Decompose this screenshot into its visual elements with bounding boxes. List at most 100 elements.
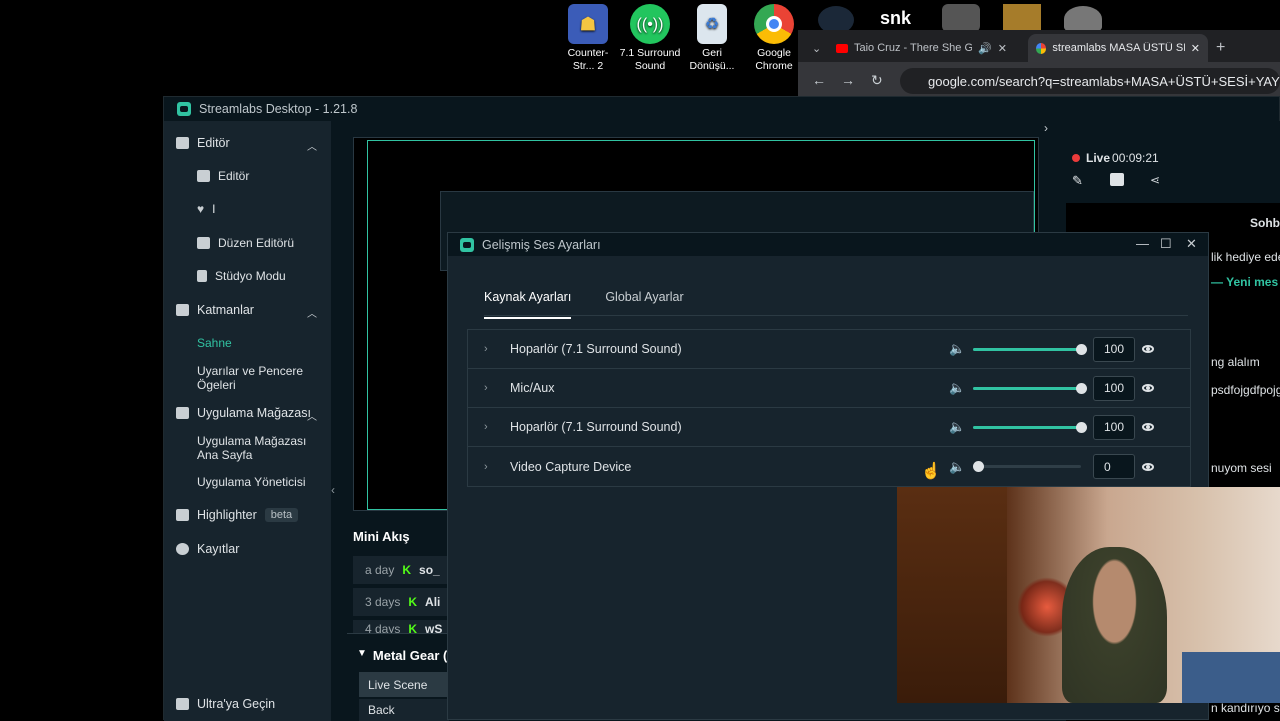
chrome-window: ⌄ Taio Cruz - There She Goes 🔊 ✕ streaml… [798,30,1280,96]
slider-knob[interactable] [973,461,984,472]
table-row[interactable]: › Hoparlör (7.1 Surround Sound) 🔈 100 [468,330,1190,369]
dashboard-icon[interactable] [1110,173,1124,186]
nav-ultra[interactable]: Ultra'ya Geçin [176,697,275,711]
back-icon[interactable]: ← [812,72,826,88]
eye-icon[interactable] [1142,462,1154,471]
desktop-icon-chrome[interactable]: Google Chrome [743,4,805,73]
eye-icon[interactable] [1142,384,1154,392]
chevron-down-icon: ⌄ [812,42,822,55]
slider-knob[interactable] [1076,343,1087,355]
store-icon [176,407,189,419]
reload-icon[interactable]: ↻ [871,72,883,89]
nav-layers[interactable]: Katmanlar [176,303,254,317]
slider-fill [973,386,1081,390]
nav-app-manager[interactable]: Uygulama Yöneticisi [197,475,306,489]
streamlabs-logo-icon [177,102,191,116]
eye-icon[interactable] [1142,423,1154,431]
close-icon[interactable]: ✕ [1191,42,1200,55]
nav-alerts-widgets[interactable]: Uyarılar ve Pencere Ögeleri [197,364,312,392]
webcam-overlay [897,487,1280,703]
eye-icon[interactable] [1142,345,1154,353]
chevron-right-icon[interactable]: › [484,343,488,355]
layout-icon [197,237,210,249]
speaker-icon[interactable]: 🔈 [949,459,965,475]
close-icon[interactable]: ✕ [998,42,1007,55]
volume-input[interactable]: 0 [1093,454,1135,479]
slider-knob[interactable] [1076,421,1087,433]
tab-search-button[interactable]: ⌄ [804,34,828,62]
chrome-tab-strip: ⌄ Taio Cruz - There She Goes 🔊 ✕ streaml… [798,30,1280,62]
tab-search[interactable]: streamlabs MASA ÜSTÜ SESİ YA ✕ [1028,34,1208,62]
editor-icon [197,170,210,182]
scene-item-live[interactable]: Live Scene [359,672,449,697]
volume-slider[interactable] [973,382,1087,394]
chat-line: ng alalım [1211,355,1260,369]
nav-scene[interactable]: Sahne [197,336,232,350]
pubg-icon[interactable] [1003,4,1041,32]
sidebar: Editör ︿ Editör ♥ I Düzen Editörü Stüdyo … [164,121,331,721]
nav-editor-group[interactable]: Editör [176,136,230,150]
edit-icon[interactable]: ✎ [1072,173,1083,189]
address-bar[interactable]: google.com/search?q=streamlabs+MASA+ÜSTÜ… [900,68,1280,94]
ultra-icon [176,698,189,710]
bed [1182,652,1280,703]
chevron-up-icon[interactable]: ︿ [307,138,317,153]
chevron-right-icon[interactable]: › [484,461,488,473]
speaker-icon[interactable]: 🔈 [949,419,965,435]
volume-slider[interactable] [973,461,1081,472]
table-row[interactable]: › Mic/Aux 🔈 100 [468,369,1190,408]
collapse-left-icon[interactable]: ‹ [331,483,335,497]
forward-icon[interactable]: → [841,72,855,88]
title-bar: Streamlabs Desktop - 1.21.8 [164,97,1279,121]
tab-music[interactable]: Taio Cruz - There She Goes 🔊 ✕ [828,34,1028,62]
divider [347,633,447,634]
chat-header: Sohb [1250,216,1280,230]
desktop-icon-surround[interactable]: ((•)) 7.1 Surround Sound [619,4,681,73]
kick-icon: K [402,563,412,577]
volume-input[interactable]: 100 [1093,336,1135,362]
kick-icon: K [408,595,418,609]
studio-icon [197,270,207,282]
slider-fill [973,425,1081,429]
chevron-up-icon[interactable]: ︿ [307,305,317,320]
minimize-icon[interactable]: — [1136,236,1149,251]
volume-input[interactable]: 100 [1093,414,1135,440]
desktop-icon-recycle-bin[interactable]: ♻ Geri Dönüşü... [681,4,743,73]
scene-item-back[interactable]: Back [359,699,449,721]
nav-app-store-home[interactable]: Uygulama Mağazası Ana Sayfa [197,434,317,462]
nav-highlighter[interactable]: Highlighter beta [176,508,299,522]
surround-icon: ((•)) [630,4,670,44]
speaker-icon[interactable]: 🔊 [978,42,992,55]
game-icon[interactable] [942,4,980,32]
helmet-icon[interactable] [1064,6,1102,32]
nav-recordings[interactable]: Kayıtlar [176,542,239,556]
volume-slider[interactable] [973,421,1087,433]
new-messages-divider: — Yeni mes [1211,275,1279,289]
volume-input[interactable]: 100 [1093,375,1135,401]
table-row[interactable]: › Video Capture Device 🔈 0 [468,447,1190,486]
slider-knob[interactable] [1076,382,1087,394]
table-row[interactable]: › Hoparlör (7.1 Surround Sound) 🔈 100 [468,408,1190,447]
share-icon[interactable]: ⋖ [1150,173,1160,187]
chevron-right-icon[interactable]: › [484,421,488,433]
scene-collection-header[interactable]: ▼ Metal Gear (2 [357,648,455,663]
new-tab-button[interactable]: + [1208,34,1233,62]
speaker-icon[interactable]: 🔈 [949,341,965,357]
youtube-icon [836,43,848,53]
nav-app-store[interactable]: Uygulama Mağazası [176,406,311,420]
nav-item-i[interactable]: ♥ I [197,202,215,216]
chat-line: psdfojgdfpojg [1211,383,1280,397]
chevron-up-icon[interactable]: ︿ [307,408,317,423]
chevron-right-icon[interactable]: › [484,382,488,394]
dialog-title-bar: Gelişmiş Ses Ayarları [448,233,1208,256]
nav-layout-editor[interactable]: Düzen Editörü [197,236,294,250]
nav-studio-mode[interactable]: Stüdyo Modu [197,269,286,283]
desktop-icon-cs2[interactable]: ☗ Counter-Str... 2 [557,4,619,73]
speaker-icon[interactable]: 🔈 [949,380,965,396]
close-icon[interactable]: ✕ [1186,236,1197,252]
audio-sources-table: › Hoparlör (7.1 Surround Sound) 🔈 100 › … [467,329,1191,487]
maximize-icon[interactable]: ☐ [1160,236,1172,252]
app-icon[interactable]: snk [880,8,916,32]
volume-slider[interactable] [973,343,1087,355]
nav-editor[interactable]: Editör [197,169,249,183]
